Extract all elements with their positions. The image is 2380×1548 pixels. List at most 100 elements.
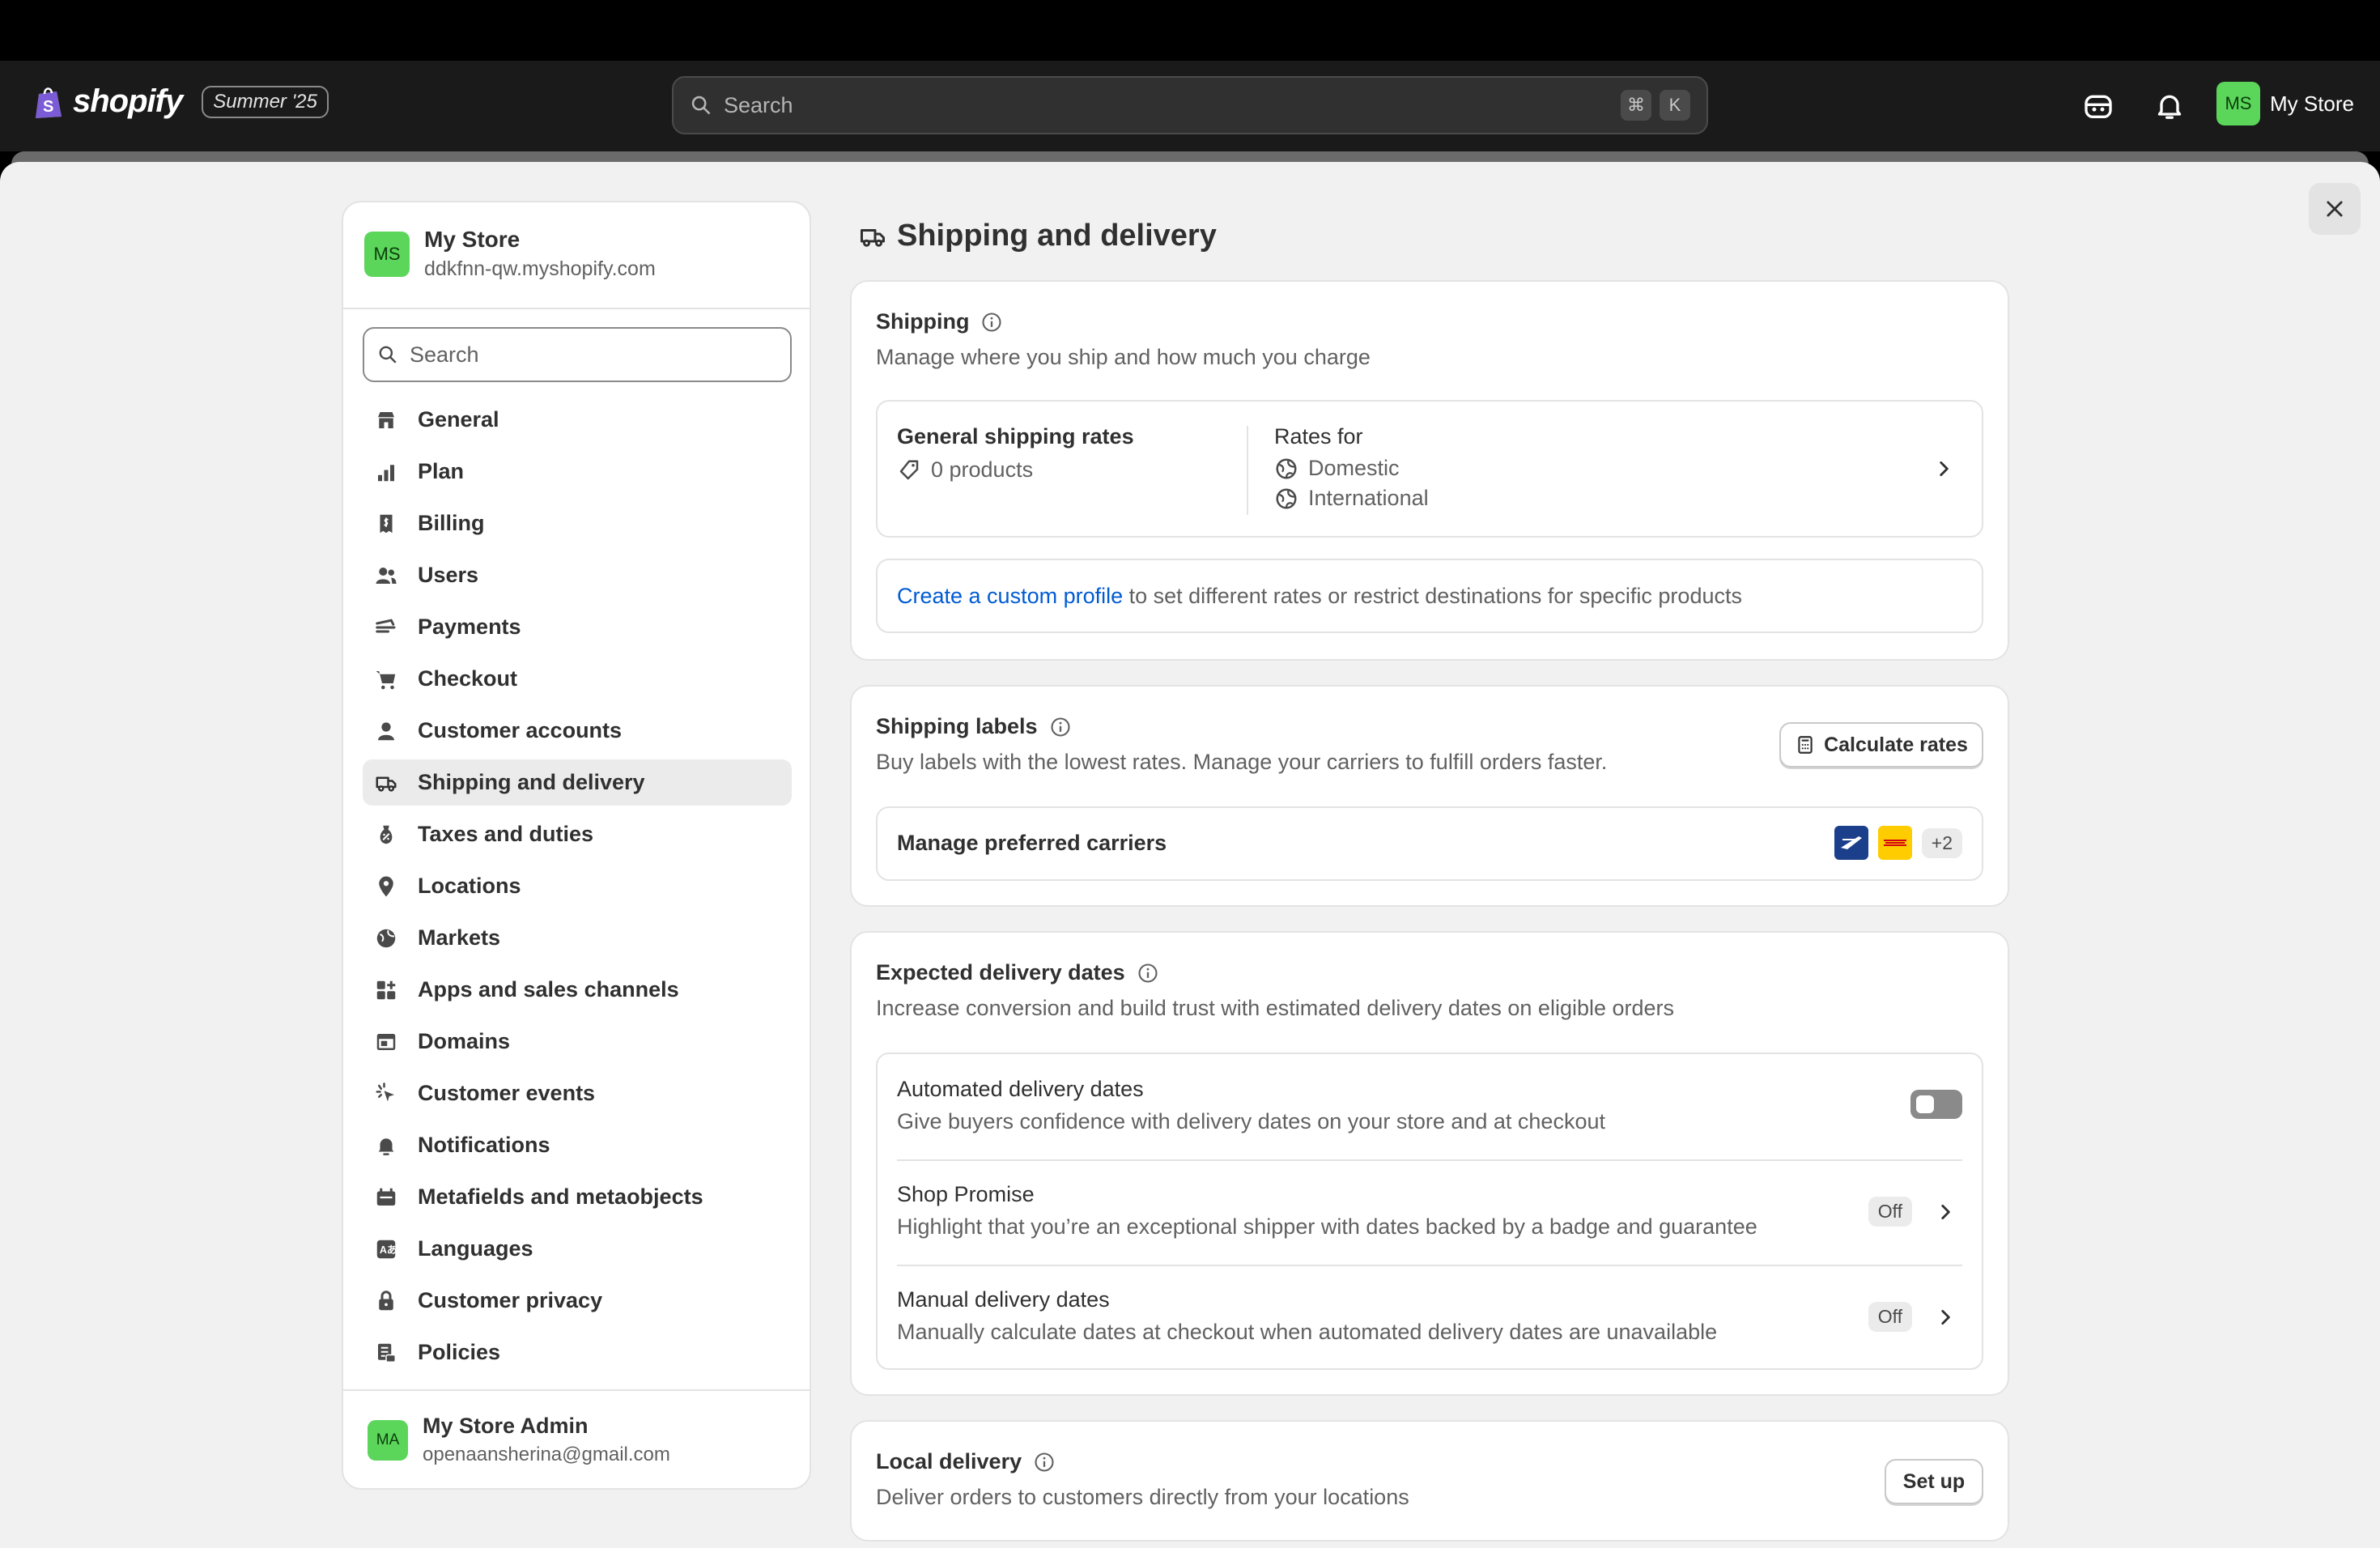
bell-icon[interactable]: [2153, 90, 2186, 122]
settings-nav: General Plan Billing Users Payments Checkout C…: [363, 397, 792, 1381]
domain-icon: [372, 1028, 400, 1056]
automated-title: Automated delivery dates: [897, 1077, 1144, 1101]
sidebar-item-markets[interactable]: Markets: [363, 915, 792, 961]
sidebar-item-shipping-and-delivery[interactable]: Shipping and delivery: [363, 759, 792, 806]
sidebar-item-customer-privacy[interactable]: Customer privacy: [363, 1278, 792, 1324]
manage-carriers-row[interactable]: Manage preferred carriers +2: [876, 806, 1983, 881]
create-custom-profile-link[interactable]: Create a custom profile: [897, 584, 1123, 608]
location-icon: [372, 873, 400, 900]
calculate-rates-button[interactable]: Calculate rates: [1779, 722, 1983, 768]
sidebar-item-policies[interactable]: Policies: [363, 1329, 792, 1376]
shipping-labels-card: Shipping labels Buy labels with the lowe…: [850, 685, 2009, 907]
sidebar-item-label: Notifications: [418, 1133, 550, 1157]
local-delivery-title: Local delivery: [876, 1449, 1056, 1474]
sidebar-item-payments[interactable]: Payments: [363, 604, 792, 650]
sidebar-item-general[interactable]: General: [363, 397, 792, 443]
rates-left: General shipping rates 0 products: [897, 424, 1134, 483]
sidebar-item-customer-events[interactable]: Customer events: [363, 1070, 792, 1116]
sidebar-item-label: Plan: [418, 459, 465, 483]
sidebar-item-metafields-and-metaobjects[interactable]: Metafields and metaobjects: [363, 1174, 792, 1220]
shop-promise-row[interactable]: Shop Promise Highlight that you’re an ex…: [878, 1161, 1982, 1265]
info-icon[interactable]: [1049, 716, 1072, 738]
automated-delivery-toggle[interactable]: [1910, 1090, 1962, 1119]
person-icon: [372, 717, 400, 745]
delivery-dates-subtitle: Increase conversion and build trust with…: [876, 996, 1675, 1020]
sidebar-item-domains[interactable]: Domains: [363, 1019, 792, 1065]
admin-name: My Store Admin: [423, 1414, 589, 1438]
store-menu-button[interactable]: MS My Store: [2216, 82, 2354, 125]
shipping-title-text: Shipping: [876, 309, 970, 334]
sidebar-item-languages[interactable]: Aあ Languages: [363, 1226, 792, 1272]
more-carriers-badge: +2: [1921, 827, 1962, 858]
globe-icon: [1276, 458, 1297, 478]
sidebar-item-notifications[interactable]: Notifications: [363, 1122, 792, 1168]
truck-icon: [861, 228, 885, 247]
manage-carriers-label: Manage preferred carriers: [897, 831, 1167, 855]
international-label: International: [1308, 486, 1429, 510]
store-avatar: MS: [364, 231, 410, 277]
toggle-knob: [1916, 1095, 1934, 1113]
sidebar-item-locations[interactable]: Locations: [363, 863, 792, 909]
sidebar-item-customer-accounts[interactable]: Customer accounts: [363, 708, 792, 754]
divider: [343, 308, 810, 309]
policy-icon: [372, 1339, 400, 1367]
carrier-logos: +2: [1834, 826, 1962, 860]
sidebar-item-checkout[interactable]: Checkout: [363, 656, 792, 702]
automated-delivery-row: Automated delivery dates Give buyers con…: [878, 1054, 1982, 1159]
sidebar-item-label: Checkout: [418, 666, 518, 691]
info-icon[interactable]: [1033, 1451, 1056, 1474]
admin-account[interactable]: MA My Store Admin openaansherina@gmail.c…: [368, 1414, 670, 1466]
shortcut-key-k: K: [1660, 90, 1690, 121]
shop-promise-subtitle: Highlight that you’re an exceptional shi…: [897, 1214, 1757, 1239]
sidebar-item-label: Payments: [418, 615, 521, 639]
set-up-button[interactable]: Set up: [1885, 1459, 1983, 1504]
info-icon[interactable]: [980, 311, 1003, 334]
payment-icon: [372, 614, 400, 641]
sidebar-item-label: General: [418, 407, 499, 432]
store-header[interactable]: MS My Store ddkfnn-qw.myshopify.com: [364, 227, 656, 281]
rates-for-label: Rates for: [1274, 424, 1363, 449]
products-count-text: 0 products: [931, 457, 1034, 482]
store-title: My Store: [424, 227, 521, 252]
search-icon: [379, 346, 397, 364]
global-search[interactable]: Search ⌘ K: [672, 76, 1708, 134]
lock-icon: [372, 1287, 400, 1315]
store-avatar: MS: [2216, 82, 2260, 125]
sidebar-item-plan[interactable]: Plan: [363, 449, 792, 495]
shopify-logo[interactable]: S shopify Summer '25: [32, 83, 329, 120]
sidebar-item-apps-and-sales-channels[interactable]: Apps and sales channels: [363, 967, 792, 1013]
calculate-rates-label: Calculate rates: [1824, 733, 1968, 756]
local-delivery-subtitle: Deliver orders to customers directly fro…: [876, 1485, 1409, 1509]
sidebar-item-label: Customer accounts: [418, 718, 623, 742]
settings-search-input[interactable]: Search: [363, 327, 792, 382]
international-zone: International: [1274, 486, 1429, 511]
edition-badge[interactable]: Summer '25: [202, 85, 329, 118]
shopify-bag-icon: S: [36, 87, 62, 118]
close-icon: [2327, 201, 2343, 217]
labels-title: Shipping labels: [876, 714, 1072, 739]
search-icon: [691, 96, 711, 115]
bell-icon: [372, 1132, 400, 1159]
page-title-text: Shipping and delivery: [897, 219, 1217, 253]
usps-logo-icon: [1834, 826, 1868, 860]
info-icon[interactable]: [1137, 962, 1159, 985]
chart-icon: [372, 458, 400, 486]
shipping-subtitle: Manage where you ship and how much you c…: [876, 345, 1371, 369]
sidebar-item-taxes-and-duties[interactable]: Taxes and duties: [363, 811, 792, 857]
sidebar-item-label: Shipping and delivery: [418, 770, 645, 794]
settings-search-placeholder: Search: [410, 342, 479, 367]
tag-icon: [899, 460, 919, 479]
apps-icon: [372, 976, 400, 1004]
shipping-title: Shipping: [876, 309, 1003, 334]
sidebar-item-users[interactable]: Users: [363, 552, 792, 598]
manual-delivery-row[interactable]: Manual delivery dates Manually calculate…: [878, 1266, 1982, 1370]
general-shipping-rates[interactable]: General shipping rates 0 products Rates …: [876, 400, 1983, 538]
calculator-icon: [1798, 736, 1813, 754]
sidekick-icon[interactable]: [2082, 90, 2114, 122]
page-title: Shipping and delivery: [858, 219, 1217, 253]
sidebar-item-billing[interactable]: Billing: [363, 500, 792, 546]
general-rates-title: General shipping rates: [897, 424, 1134, 449]
users-icon: [372, 562, 400, 589]
store-icon: [372, 406, 400, 434]
close-button[interactable]: [2309, 183, 2361, 235]
